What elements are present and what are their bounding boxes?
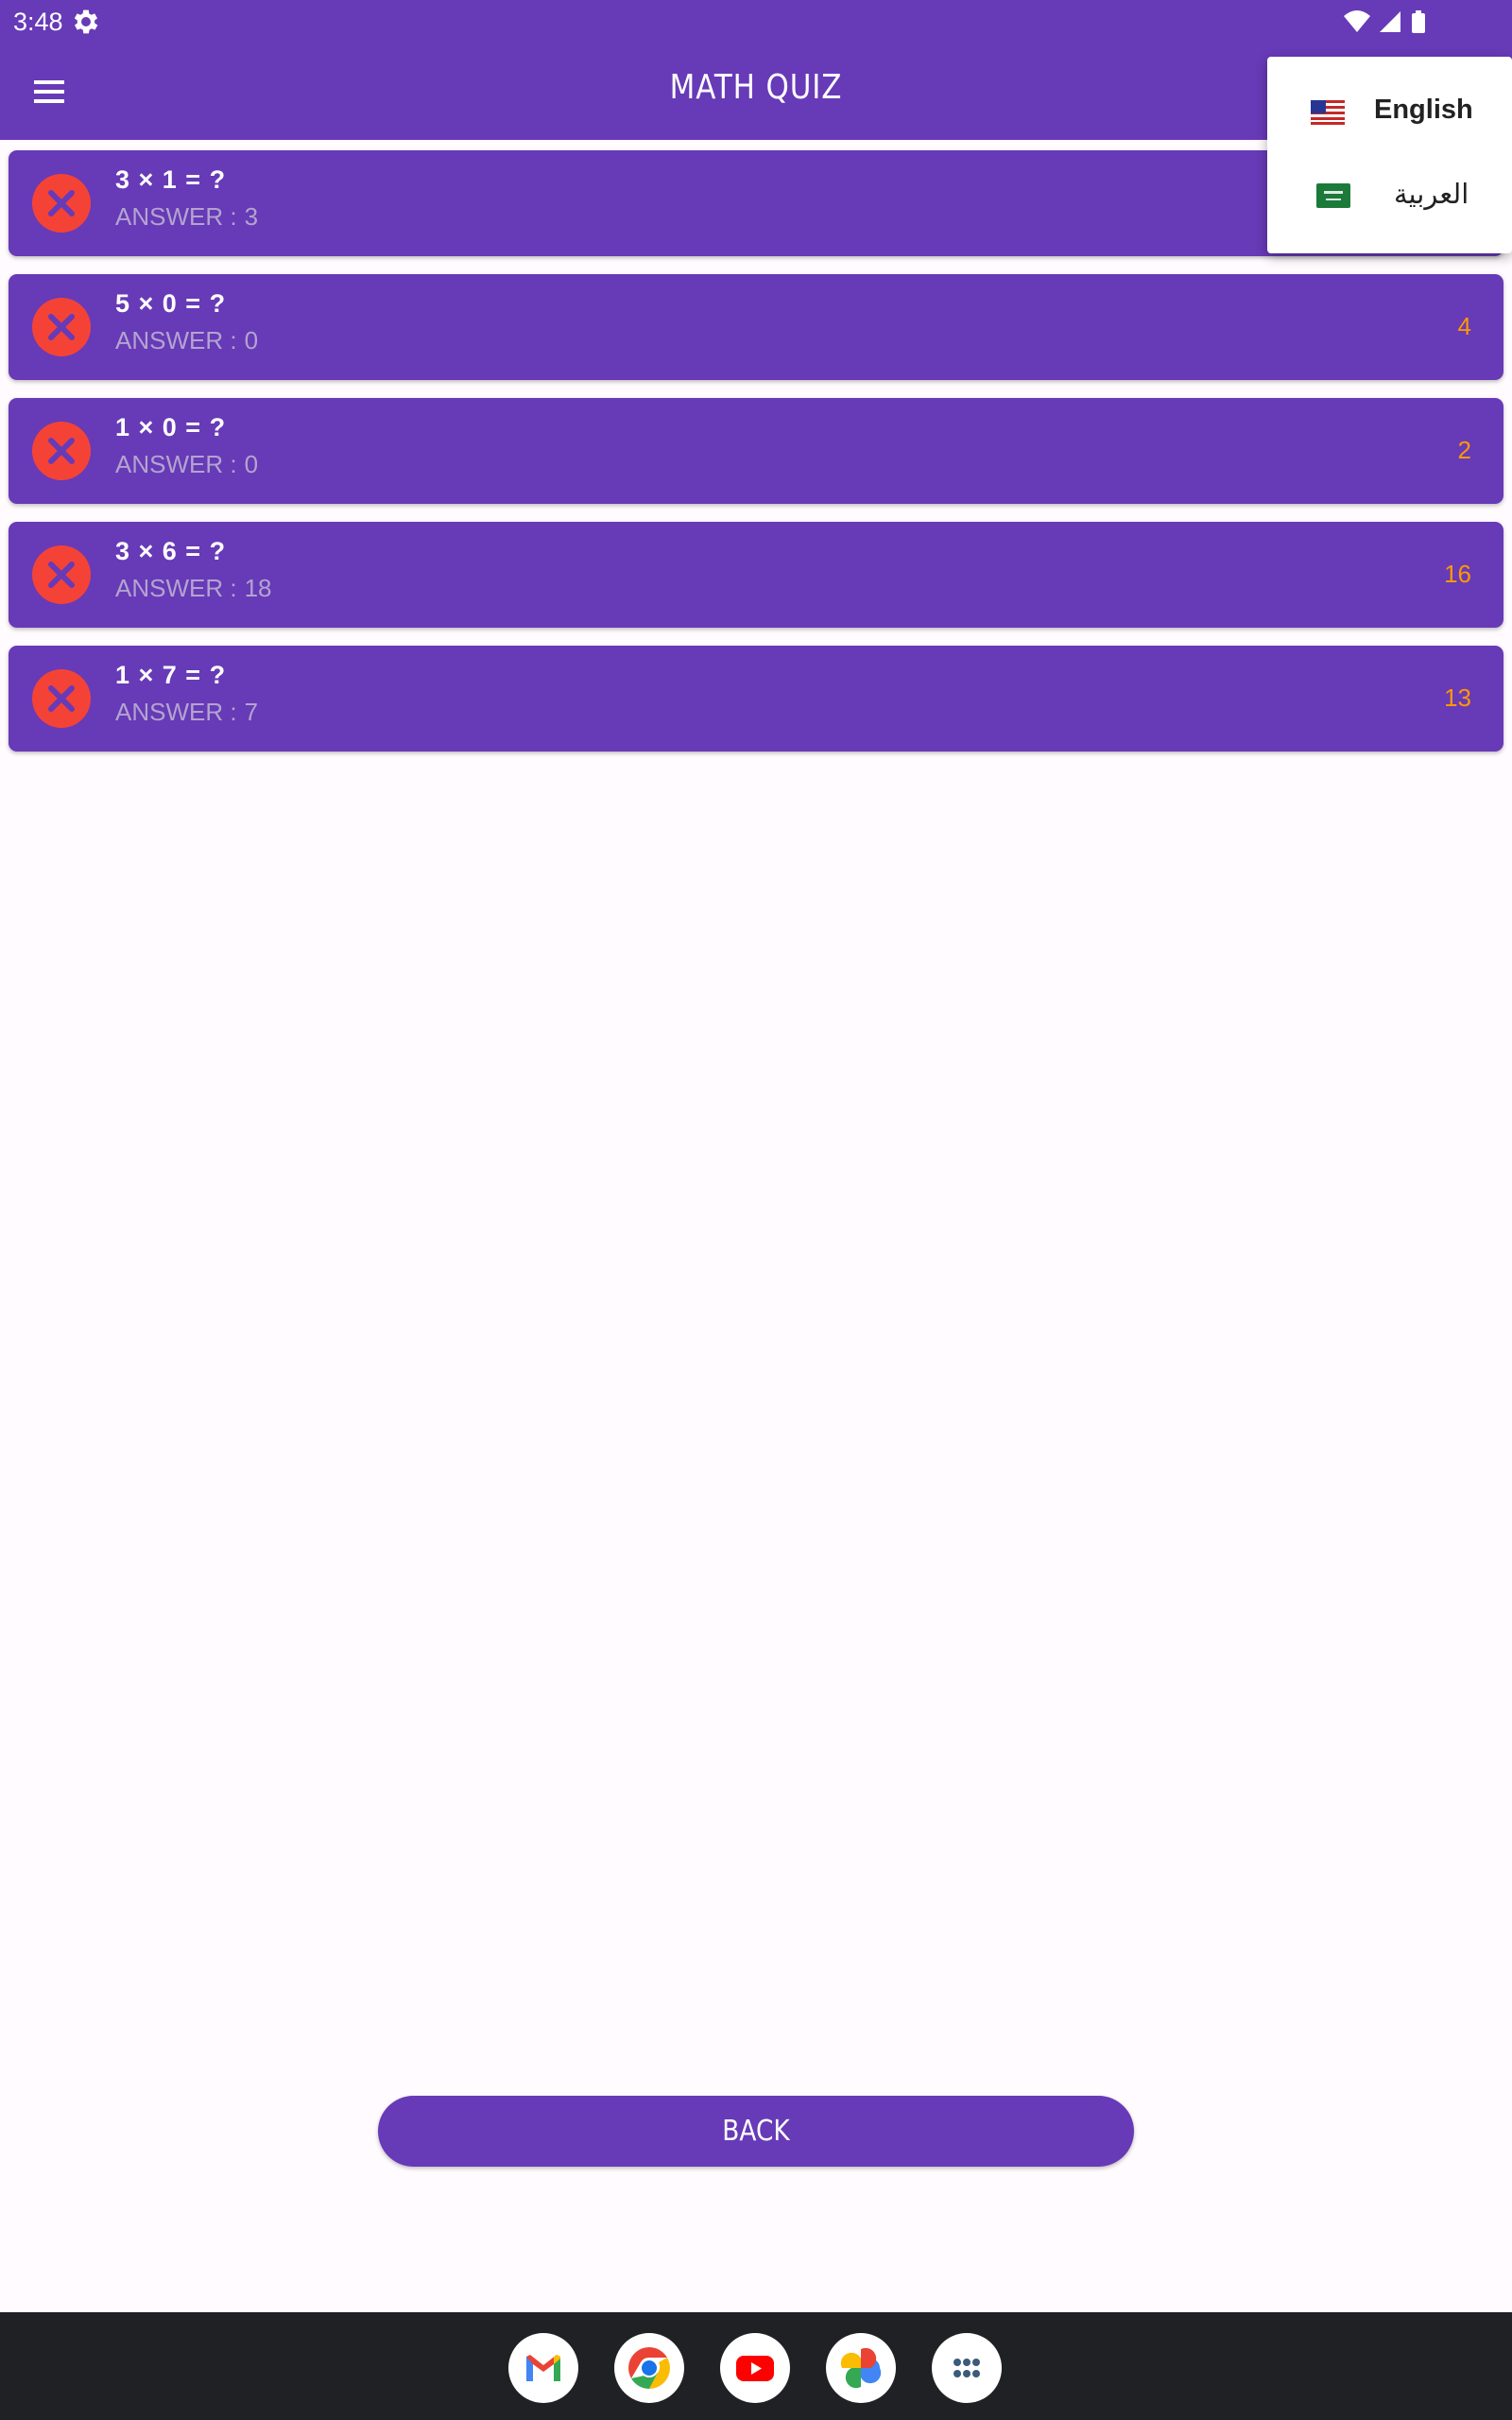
answer-value: 3 bbox=[244, 202, 259, 231]
page-title: MATH QUIZ bbox=[669, 68, 843, 107]
gmail-glyph bbox=[526, 2355, 560, 2381]
hamburger-menu-icon[interactable] bbox=[26, 72, 72, 112]
user-answer: 16 bbox=[1444, 560, 1471, 588]
result-card: 3 × 6 = ? ANSWER :18 16 bbox=[9, 522, 1503, 628]
language-menu: English العربية bbox=[1267, 57, 1512, 253]
status-bar: 3:48 bbox=[0, 0, 1512, 43]
answer-label: ANSWER : bbox=[115, 326, 237, 354]
wrong-answer-icon bbox=[32, 669, 91, 728]
chrome-glyph bbox=[628, 2347, 670, 2389]
user-answer: 13 bbox=[1444, 683, 1471, 712]
app-drawer-icon[interactable] bbox=[932, 2333, 1002, 2403]
question-text: 1 × 7 = ? bbox=[115, 661, 227, 689]
language-option-english[interactable]: English bbox=[1267, 70, 1512, 153]
question-text: 3 × 1 = ? bbox=[115, 165, 227, 194]
status-indicators bbox=[1344, 10, 1425, 33]
answer-value: 0 bbox=[244, 326, 259, 354]
correct-answer: ANSWER :18 bbox=[115, 574, 272, 603]
saudi-flag-icon bbox=[1316, 183, 1350, 208]
result-card: 1 × 7 = ? ANSWER :7 13 bbox=[9, 646, 1503, 752]
answer-value: 18 bbox=[244, 574, 272, 602]
back-button-label: BACK bbox=[722, 2115, 790, 2148]
gmail-icon[interactable] bbox=[508, 2333, 578, 2403]
language-label: English bbox=[1374, 95, 1473, 125]
question-text: 5 × 0 = ? bbox=[115, 289, 227, 318]
question-text: 3 × 6 = ? bbox=[115, 537, 227, 565]
answer-label: ANSWER : bbox=[115, 450, 237, 478]
chrome-icon[interactable] bbox=[614, 2333, 684, 2403]
youtube-glyph bbox=[736, 2356, 774, 2381]
correct-answer: ANSWER :7 bbox=[115, 698, 258, 727]
answer-label: ANSWER : bbox=[115, 574, 237, 602]
wifi-icon bbox=[1344, 10, 1370, 32]
correct-answer: ANSWER :0 bbox=[115, 326, 258, 355]
language-label: العربية bbox=[1394, 180, 1469, 210]
us-flag-icon bbox=[1311, 100, 1345, 125]
correct-answer: ANSWER :3 bbox=[115, 202, 258, 232]
signal-icon bbox=[1380, 11, 1400, 32]
result-card: 1 × 0 = ? ANSWER :0 2 bbox=[9, 398, 1503, 504]
answer-value: 0 bbox=[244, 450, 259, 478]
app-drawer-glyph bbox=[954, 2359, 980, 2377]
question-text: 1 × 0 = ? bbox=[115, 413, 227, 441]
answer-value: 7 bbox=[244, 698, 259, 726]
youtube-icon[interactable] bbox=[720, 2333, 790, 2403]
wrong-answer-icon bbox=[32, 545, 91, 604]
wrong-answer-icon bbox=[32, 298, 91, 356]
language-option-arabic[interactable]: العربية bbox=[1267, 153, 1512, 236]
answer-label: ANSWER : bbox=[115, 202, 237, 231]
correct-answer: ANSWER :0 bbox=[115, 450, 258, 479]
wrong-answer-icon bbox=[32, 422, 91, 480]
wrong-answer-icon bbox=[32, 174, 91, 233]
settings-gear-icon bbox=[74, 9, 98, 34]
status-time: 3:48 bbox=[13, 8, 63, 36]
result-card: 5 × 0 = ? ANSWER :0 4 bbox=[9, 274, 1503, 380]
answer-label: ANSWER : bbox=[115, 698, 237, 726]
user-answer: 2 bbox=[1457, 436, 1471, 464]
battery-icon bbox=[1412, 10, 1425, 33]
back-button[interactable]: BACK bbox=[378, 2096, 1134, 2167]
photos-icon[interactable] bbox=[826, 2333, 896, 2403]
photos-glyph bbox=[840, 2347, 882, 2389]
app-dock bbox=[0, 2312, 1512, 2420]
user-answer: 4 bbox=[1457, 312, 1471, 340]
